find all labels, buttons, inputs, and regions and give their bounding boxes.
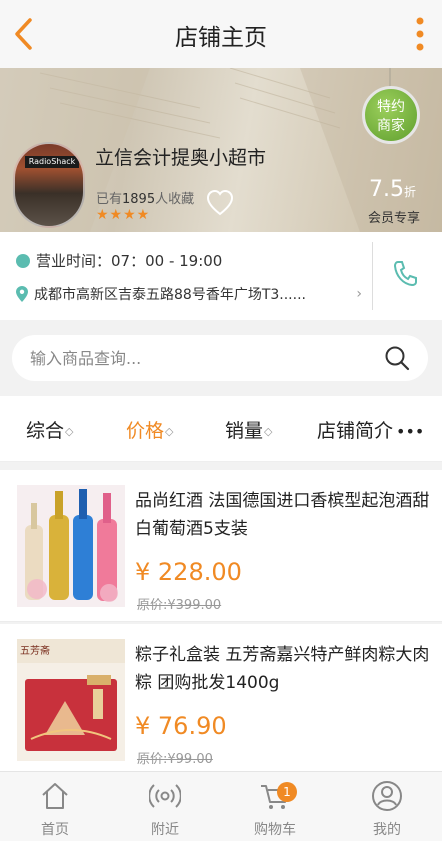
sort-price[interactable]: 价格◇ <box>126 416 173 443</box>
user-profile-icon <box>372 781 402 811</box>
sort-bar: 综合◇ 价格◇ 销量◇ 店铺简介 ••• <box>0 396 442 462</box>
store-info: 营业时间：07：00 - 19:00 成都市高新区吉泰五路88号香年广场T3..… <box>0 232 442 320</box>
rating-stars: ★★★★ <box>96 207 151 223</box>
tab-label: 我的 <box>373 822 401 838</box>
search-icon[interactable] <box>384 345 410 371</box>
home-icon <box>42 783 68 809</box>
product-price: ¥ 228.00 <box>135 558 242 586</box>
search-input[interactable] <box>30 335 370 381</box>
product-price: ¥ 76.90 <box>135 712 227 740</box>
location-pin-icon <box>16 286 28 302</box>
divider <box>372 242 373 310</box>
store-intro-tab[interactable]: 店铺简介 ••• <box>317 416 424 443</box>
tab-cart[interactable]: 购物车 <box>220 772 330 841</box>
more-vertical-icon[interactable] <box>414 16 426 52</box>
more-dots-icon: ••• <box>396 422 425 441</box>
sort-arrows-icon: ◇ <box>264 425 273 438</box>
tab-mine[interactable]: 我的 <box>332 772 442 841</box>
product-image-wine <box>17 485 125 607</box>
product-list: 品尚红酒 法国德国进口香槟型起泡酒甜白葡萄酒5支装 ¥ 228.00 原价:¥3… <box>0 470 442 778</box>
store-name: 立信会计提奥小超市 <box>95 147 267 169</box>
product-item[interactable]: 五芳斋 粽子礼盒装 五芳斋嘉兴特产鲜肉粽大肉粽 团购批发1400g ¥ 76.9… <box>0 624 442 776</box>
brand-logo-text: 五芳斋 <box>20 646 50 657</box>
tab-label: 购物车 <box>254 822 296 838</box>
favorite-heart-icon[interactable] <box>205 188 235 218</box>
store-avatar: RadioShack <box>13 142 85 228</box>
sort-sales[interactable]: 销量◇ <box>225 416 272 443</box>
product-original-price: 原价:¥399.00 <box>137 598 222 613</box>
badge-string <box>389 68 391 88</box>
phone-icon[interactable] <box>392 258 420 290</box>
special-merchant-badge: 特约 商家 <box>362 86 420 144</box>
product-name: 品尚红酒 法国德国进口香槟型起泡酒甜白葡萄酒5支装 <box>135 491 430 539</box>
chevron-right-icon: › <box>356 286 362 302</box>
header: 店铺主页 <box>0 0 442 68</box>
store-sign: RadioShack <box>25 156 79 168</box>
tab-label: 附近 <box>151 822 179 838</box>
sort-comprehensive[interactable]: 综合◇ <box>26 416 73 443</box>
product-search <box>12 335 428 381</box>
member-discount: 7.5折 <box>368 177 416 202</box>
favorite-count: 已有1895人收藏 <box>96 192 195 207</box>
nearby-signal-icon <box>149 784 181 808</box>
bottom-tab-bar: 首页 附近 购物车 我的 <box>0 771 442 841</box>
tab-home[interactable]: 首页 <box>0 772 110 841</box>
product-image-zongzi <box>17 639 125 761</box>
tab-label: 首页 <box>41 822 69 838</box>
sort-arrows-icon: ◇ <box>65 425 74 438</box>
sort-arrows-icon: ◇ <box>165 425 174 438</box>
cart-count-badge: 1 <box>277 782 297 802</box>
store-address[interactable]: 成都市高新区吉泰五路88号香年广场T3...... › <box>16 284 364 304</box>
product-name: 粽子礼盒装 五芳斋嘉兴特产鲜肉粽大肉粽 团购批发1400g <box>135 645 430 693</box>
product-item[interactable]: 品尚红酒 法国德国进口香槟型起泡酒甜白葡萄酒5支装 ¥ 228.00 原价:¥3… <box>0 470 442 622</box>
tab-nearby[interactable]: 附近 <box>110 772 220 841</box>
product-original-price: 原价:¥99.00 <box>137 752 213 767</box>
business-hours: 营业时间：07：00 - 19:00 <box>16 250 222 271</box>
page-title: 店铺主页 <box>175 25 267 51</box>
member-only-label: 会员专享 <box>367 211 420 226</box>
clock-icon <box>16 253 30 268</box>
